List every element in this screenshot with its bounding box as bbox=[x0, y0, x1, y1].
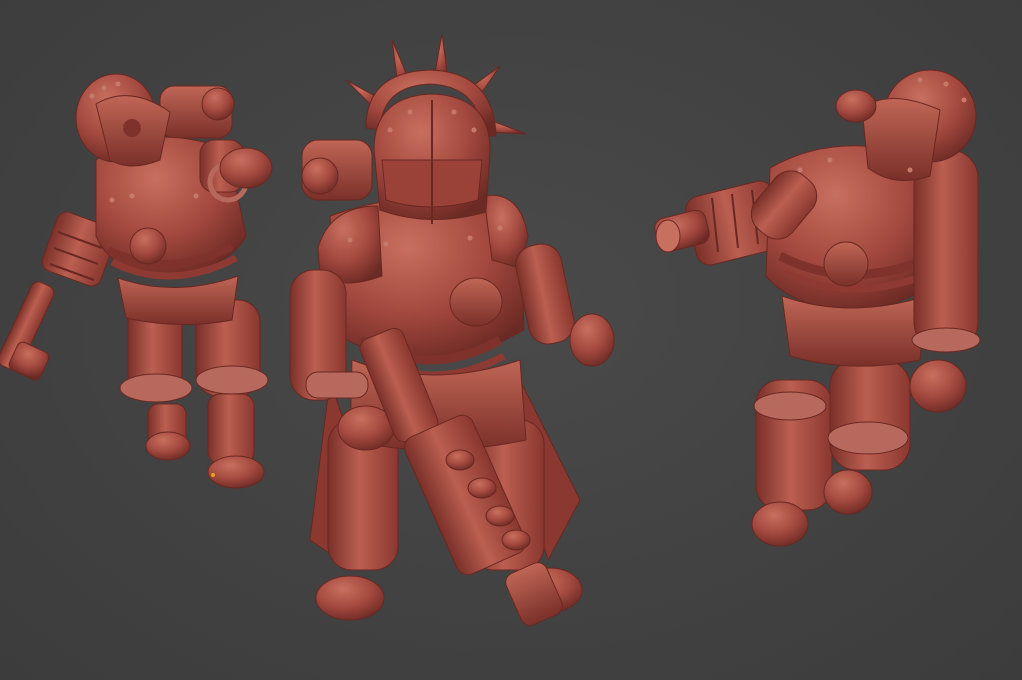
3d-viewport[interactable] bbox=[0, 0, 1022, 680]
armored-soldier-left[interactable] bbox=[0, 73, 273, 489]
object-origin-dot bbox=[211, 473, 215, 477]
armored-soldier-right[interactable] bbox=[653, 69, 981, 547]
scene-render[interactable] bbox=[0, 0, 1022, 680]
armored-soldier-center[interactable] bbox=[289, 33, 615, 629]
